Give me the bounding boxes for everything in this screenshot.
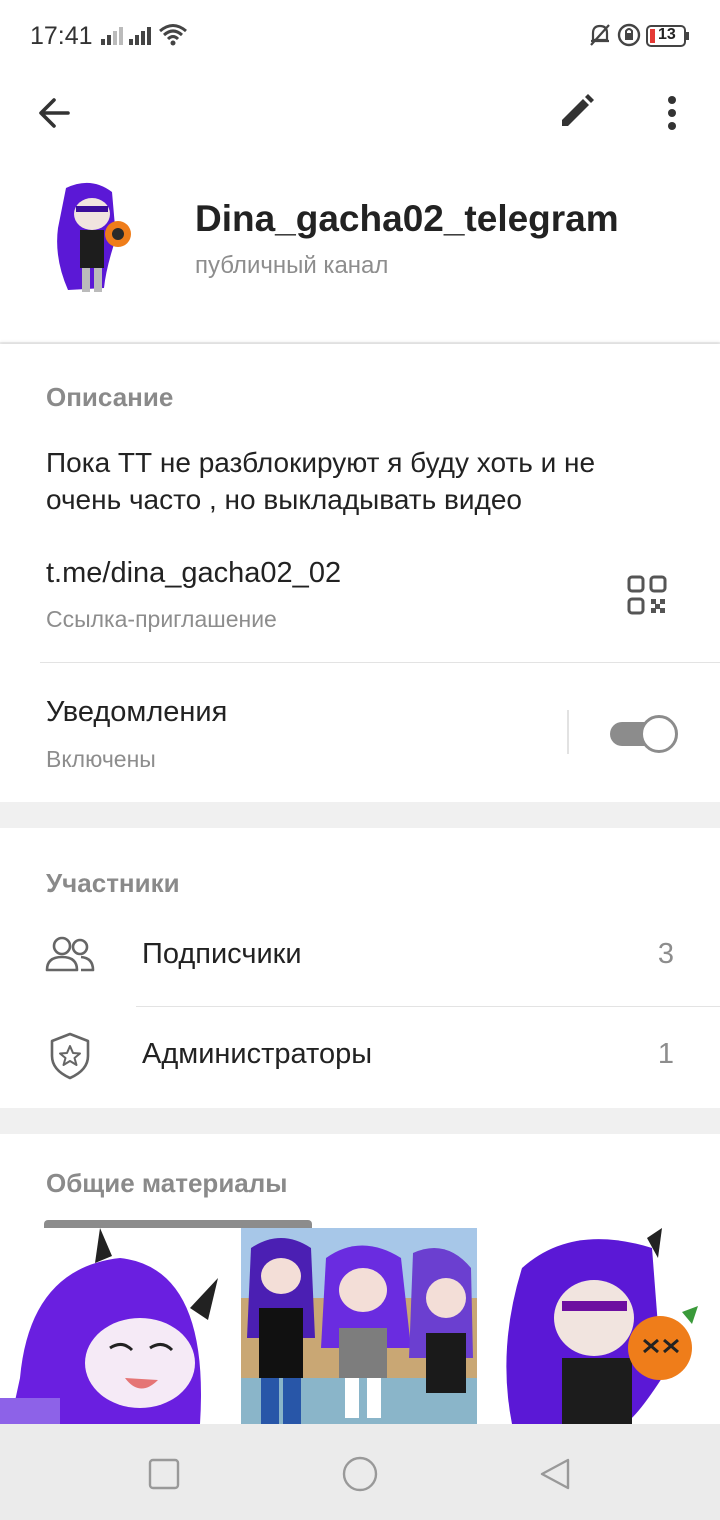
- media-thumbnail[interactable]: [241, 1228, 477, 1424]
- media-grid: [0, 1228, 720, 1424]
- top-app-bar: [0, 72, 720, 156]
- shared-media-title[interactable]: Общие материалы: [46, 1168, 287, 1199]
- more-options-button[interactable]: [646, 86, 700, 140]
- more-vertical-icon: [668, 96, 676, 130]
- members-card: Участники Подписчики 3 Администраторы 1: [0, 828, 720, 1108]
- media-thumbnail[interactable]: [482, 1228, 720, 1424]
- channel-name: Dina_gacha02_telegram: [195, 198, 619, 239]
- back-triangle-icon: [540, 1458, 570, 1490]
- battery-level: 13: [658, 26, 676, 43]
- signal-icon: [100, 22, 126, 53]
- profile-header: Dina_gacha02_telegram публичный канал: [0, 156, 720, 342]
- home-circle-icon: [342, 1456, 378, 1492]
- pencil-icon: [562, 94, 594, 126]
- divider: [40, 662, 720, 663]
- divider: [136, 1006, 720, 1007]
- home-button[interactable]: [340, 1454, 380, 1494]
- invite-link-row[interactable]: t.me/dina_gacha02_02 Ссылка-приглашение: [0, 544, 720, 660]
- notifications-toggle[interactable]: [610, 715, 678, 753]
- administrators-count: 1: [657, 1038, 674, 1070]
- description-text: Пока ТТ не разблокируют я буду хоть и не…: [46, 447, 596, 515]
- lock-rotation-icon: [616, 22, 642, 53]
- invite-link[interactable]: t.me/dina_gacha02_02: [46, 557, 341, 590]
- channel-type: публичный канал: [195, 252, 389, 279]
- tab-indicator: [44, 1220, 312, 1228]
- toggle-thumb: [640, 715, 678, 753]
- notifications-row[interactable]: Уведомления Включены: [0, 664, 720, 802]
- vertical-separator: [567, 710, 569, 754]
- edit-button[interactable]: [550, 86, 604, 140]
- bell-off-icon: [588, 22, 612, 53]
- notifications-status: Включены: [46, 746, 156, 772]
- system-navigation-bar: [0, 1424, 720, 1520]
- qr-code-icon: [627, 575, 667, 615]
- back-button[interactable]: [30, 86, 84, 140]
- status-bar: 17:41 13: [0, 0, 720, 72]
- subscribers-row[interactable]: Подписчики 3: [0, 908, 720, 1008]
- recents-button[interactable]: [144, 1454, 184, 1494]
- administrators-row[interactable]: Администраторы 1: [0, 1008, 720, 1108]
- people-icon: [44, 930, 96, 982]
- shared-media-card: Общие материалы: [0, 1134, 720, 1424]
- channel-info-card: Описание Пока ТТ не разблокируют я буду …: [0, 344, 720, 802]
- channel-avatar[interactable]: [46, 178, 138, 298]
- shield-star-icon: [44, 1030, 96, 1082]
- back-arrow-icon: [39, 98, 70, 128]
- system-back-button[interactable]: [536, 1454, 576, 1494]
- notifications-title: Уведомления: [46, 696, 228, 728]
- administrators-label: Администраторы: [142, 1038, 373, 1070]
- wifi-icon: [158, 22, 188, 53]
- media-thumbnail[interactable]: [0, 1228, 236, 1424]
- description-title: Описание: [46, 382, 174, 412]
- signal-icon: [128, 22, 154, 53]
- subscribers-count: 3: [657, 938, 674, 970]
- recents-square-icon: [148, 1458, 180, 1490]
- subscribers-label: Подписчики: [142, 938, 302, 970]
- members-title: Участники: [46, 868, 180, 898]
- qr-code-button[interactable]: [626, 574, 668, 616]
- battery-icon: 13: [646, 24, 689, 48]
- status-time: 17:41: [30, 22, 93, 50]
- channel-info-screen: 17:41 13 Dina_gacha02_telegram публичный…: [0, 0, 720, 1520]
- invite-link-label: Ссылка-приглашение: [46, 606, 277, 632]
